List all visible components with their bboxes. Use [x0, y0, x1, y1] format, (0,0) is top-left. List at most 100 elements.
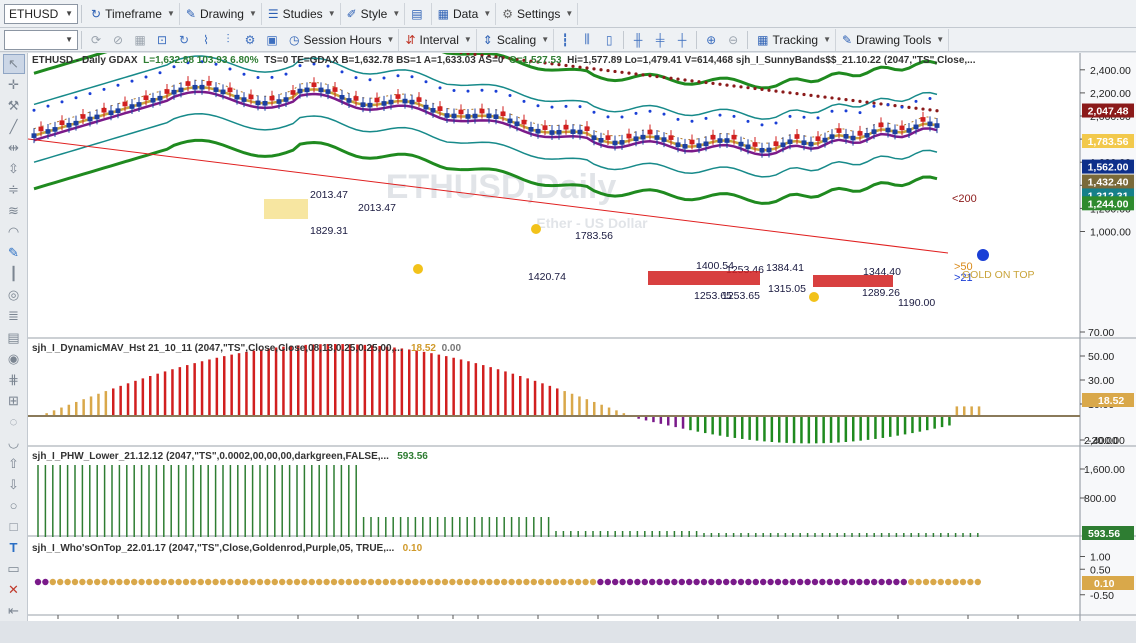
eraser-icon[interactable]: ✕ — [3, 580, 25, 600]
vertical-bars-icon[interactable]: ┃ — [3, 264, 25, 284]
channel-icon[interactable]: ≑ — [3, 180, 25, 200]
dynamicmav-bar — [800, 416, 803, 444]
circle-tool-icon[interactable]: ○ — [3, 496, 25, 516]
drawing-tools-menu[interactable]: ✎ Drawing Tools ▼ — [838, 28, 950, 51]
whosontop-dot — [700, 578, 708, 586]
down-candle — [479, 108, 485, 114]
dynamicmav-bar — [556, 388, 559, 417]
price-panel-header: ETHUSD - Daily GDAX L=1,632.88 103.93 6.… — [32, 55, 976, 66]
down-candle — [374, 97, 380, 103]
chart-canvas[interactable]: ETHUSD,Daily Ether - US Dollar 2013.47 1… — [27, 0, 1136, 635]
candle-hollow-icon[interactable]: ▯ — [599, 30, 619, 50]
dynamicmav-bar — [178, 367, 182, 417]
dynamicmav-bar — [859, 416, 862, 441]
symbol-selector[interactable]: ETHUSD ▼ — [4, 3, 78, 24]
whosontop-dot — [767, 578, 774, 586]
arrow-down-icon[interactable]: ⇩ — [3, 475, 25, 495]
ma200-dot — [655, 74, 659, 79]
shrink-bars-icon[interactable]: ╫ — [628, 30, 648, 50]
refresh-icon: ↻ — [91, 6, 102, 21]
down-candle — [122, 101, 128, 107]
secondary-toolbar: ▼ ⟳ ⊘ ▦ ⊡ ↻ ⌇ ⫶ ⚙ ▣ ◷ Session Hours ▼ ⇵ … — [0, 28, 1136, 52]
gann-icon[interactable]: ⊞ — [3, 391, 25, 411]
whosontop-dot — [360, 578, 367, 586]
vertical-line-icon[interactable]: ⇳ — [3, 159, 25, 179]
symbol-value: ETHUSD — [9, 6, 59, 21]
grid-tool-icon[interactable]: ▤ — [3, 328, 25, 348]
chart-icon[interactable]: ⌇ — [196, 30, 216, 50]
dynamicmav-bar — [837, 416, 840, 443]
up-candle — [423, 104, 429, 110]
sync-icon[interactable]: ⟳ — [86, 30, 106, 50]
wrench-icon[interactable]: ⚒ — [3, 96, 25, 116]
link-icon[interactable]: ⊘ — [108, 30, 128, 50]
cycle-icon[interactable]: ◌ — [3, 412, 25, 432]
dynamicmav-bar — [844, 416, 848, 442]
whosontop-dot — [804, 578, 811, 586]
pointer-icon[interactable]: ↖ — [2, 54, 25, 75]
dynamicmav-bar — [696, 416, 700, 432]
up-candle — [297, 88, 303, 94]
dynamicmav-bar — [496, 369, 500, 417]
timeframe-menu[interactable]: ↻ Timeframe ▼ — [87, 2, 180, 25]
crosshair-icon[interactable]: ✛ — [3, 75, 25, 95]
pencil-tool-icon[interactable]: ✎ — [3, 243, 25, 263]
dynamicmav-bar — [156, 373, 159, 417]
expand-bars-icon[interactable]: ╪ — [650, 30, 670, 50]
bars-icon[interactable]: ⫶ — [218, 30, 238, 50]
candle-icon[interactable]: ⫼ — [577, 30, 597, 50]
layers-icon[interactable]: ▣ — [262, 30, 282, 50]
horizontal-line-icon[interactable]: ⇹ — [3, 138, 25, 158]
data-menu[interactable]: ▦ Data ▼ — [434, 2, 497, 25]
settings-icon[interactable]: ⚙ — [240, 30, 260, 50]
annotation-icon[interactable]: ▭ — [3, 559, 25, 579]
chart-area[interactable]: ETHUSD,Daily Ether - US Dollar 2013.47 1… — [27, 0, 1136, 635]
drawing-menu[interactable]: ✎ Drawing ▼ — [182, 2, 262, 25]
arrow-up-icon[interactable]: ⇧ — [3, 454, 25, 474]
ellipse-tool-icon[interactable]: ◎ — [3, 285, 25, 305]
text-tool-icon[interactable]: T — [3, 538, 25, 558]
whosontop-dot — [774, 578, 782, 586]
symbol-input[interactable]: ▼ — [4, 29, 78, 50]
gear-icon: ⚙ — [502, 6, 514, 21]
layout-button[interactable]: ▤ — [407, 2, 432, 25]
bar-chart-icon[interactable]: ┇ — [555, 30, 575, 50]
style-menu[interactable]: ✐ Style ▼ — [343, 2, 406, 25]
fib-icon[interactable]: ≋ — [3, 201, 25, 221]
rectangle-tool-icon[interactable]: □ — [3, 517, 25, 537]
dynamicmav-bar — [348, 344, 352, 417]
up-candle — [570, 129, 576, 134]
spiral-icon[interactable]: ◉ — [3, 349, 25, 369]
whosontop-dot — [567, 578, 574, 586]
zoom-in-icon[interactable]: ⊕ — [701, 30, 721, 50]
grid-icon[interactable]: ▦ — [130, 30, 150, 50]
chevron-down-icon: ▼ — [65, 35, 73, 44]
ma200-dot — [830, 96, 834, 100]
hash-icon[interactable]: ⋕ — [3, 370, 25, 390]
settings-menu[interactable]: ⚙ Settings ▼ — [498, 2, 579, 25]
refresh-icon[interactable]: ↻ — [174, 30, 194, 50]
up-candle — [276, 99, 282, 104]
ma21-dot — [648, 109, 652, 113]
dynamicmav-bar — [341, 344, 344, 417]
pin-icon[interactable]: ⇤ — [3, 601, 25, 621]
whosontop-dot — [708, 578, 715, 586]
whosontop-dot — [449, 578, 456, 586]
up-candle — [115, 108, 121, 113]
curve-icon[interactable]: ◡ — [3, 433, 25, 453]
trendline-icon[interactable]: ╱ — [3, 117, 25, 137]
studies-menu[interactable]: ☰ Studies ▼ — [264, 2, 341, 25]
down-candle — [626, 133, 632, 139]
tracking-menu[interactable]: ▦ Tracking ▼ — [753, 28, 836, 51]
scaling-menu[interactable]: ⇕ Scaling ▼ — [479, 28, 555, 51]
up-candle — [52, 127, 58, 132]
session-hours-menu[interactable]: ◷ Session Hours ▼ — [285, 28, 400, 51]
zoom-window-icon[interactable]: ⊡ — [152, 30, 172, 50]
whosontop-dot — [412, 578, 419, 586]
arc-icon[interactable]: ◠ — [3, 222, 25, 242]
ma21-dot — [242, 72, 246, 76]
zoom-out-icon[interactable]: ⊖ — [723, 30, 743, 50]
interval-menu[interactable]: ⇵ Interval ▼ — [401, 28, 477, 51]
lines-icon[interactable]: ≣ — [3, 306, 25, 326]
scroll-icon[interactable]: ┼ — [672, 30, 692, 50]
